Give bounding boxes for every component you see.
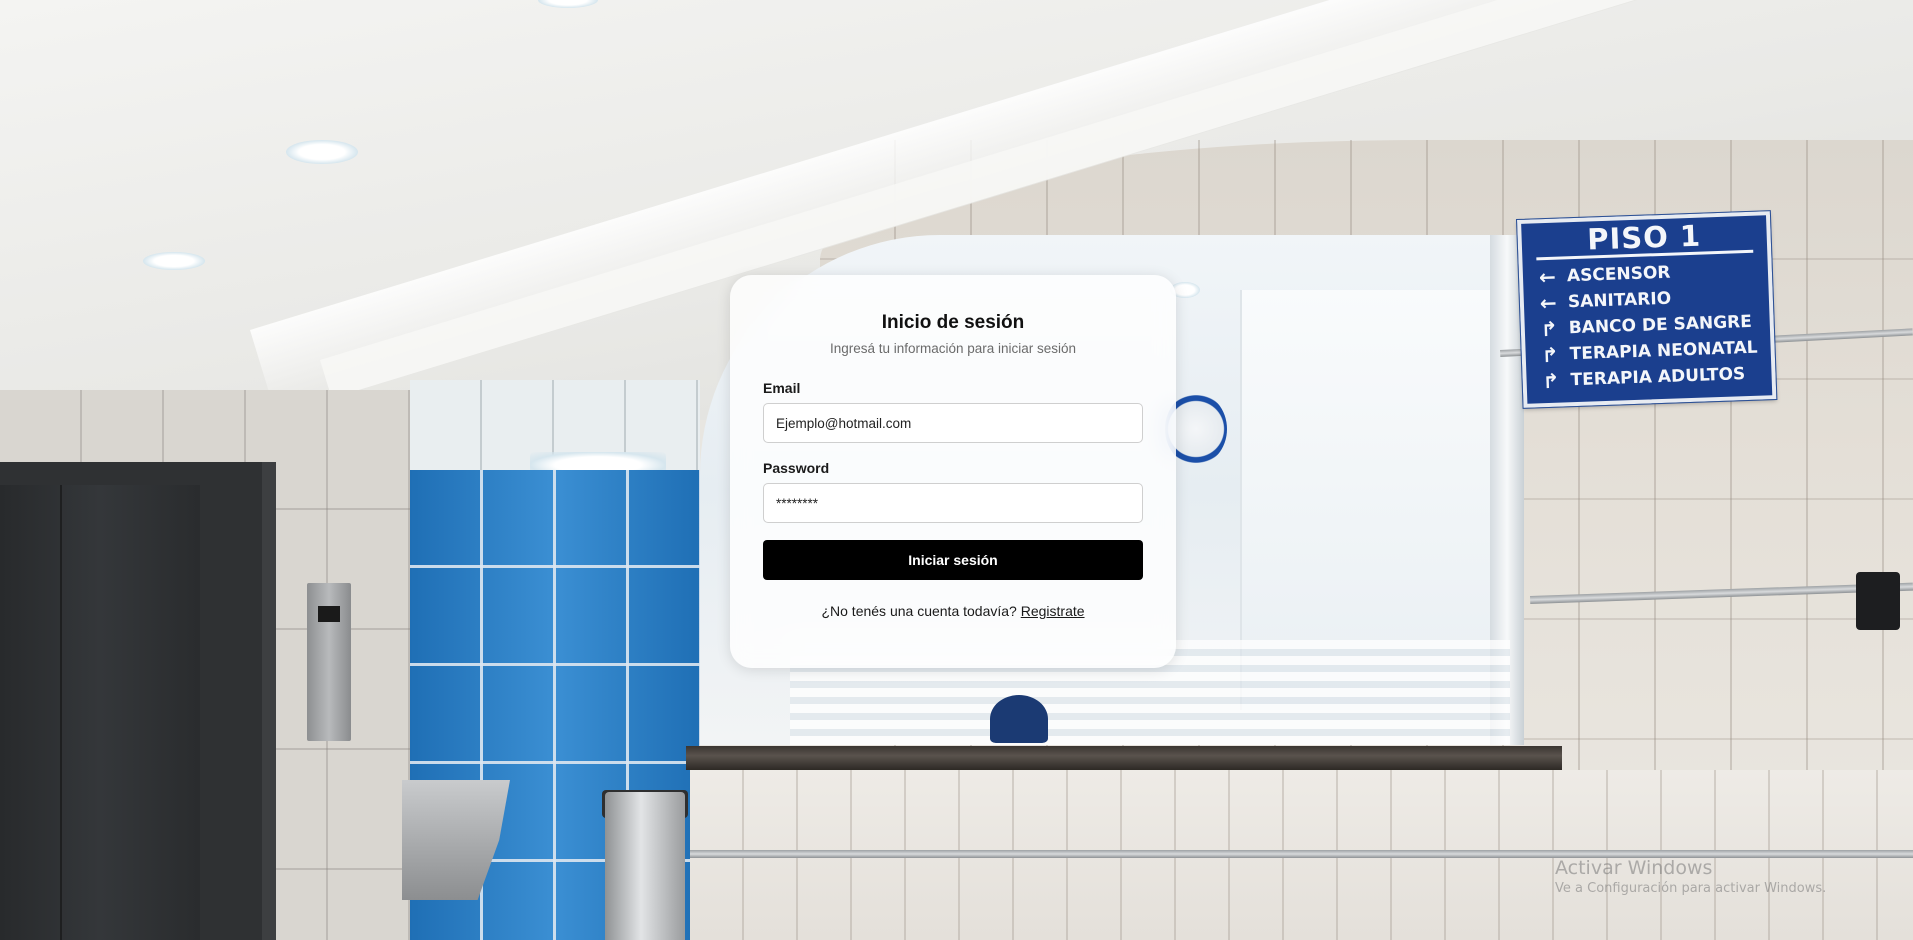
arrow-up-turn-icon: ↱ xyxy=(1540,316,1559,342)
trash-can xyxy=(605,792,685,940)
receptionist xyxy=(990,695,1048,743)
arrow-left-icon: ← xyxy=(1538,264,1557,290)
watermark-title: Activar Windows xyxy=(1555,857,1713,879)
login-title: Inicio de sesión xyxy=(881,312,1025,333)
sign-item-label: BANCO DE SANGRE xyxy=(1568,311,1753,339)
ceiling-light xyxy=(143,252,205,270)
arrow-left-icon: ← xyxy=(1539,290,1558,316)
elevator-display xyxy=(318,606,340,622)
register-link[interactable]: Registrate xyxy=(1021,603,1085,619)
sign-item-label: TERAPIA ADULTOS xyxy=(1570,364,1746,391)
reception-counter-top xyxy=(686,746,1562,770)
email-input[interactable] xyxy=(763,403,1143,443)
sign-item-label: TERAPIA NEONATAL xyxy=(1569,337,1758,365)
password-label: Password xyxy=(763,460,830,476)
elevator-door-split xyxy=(60,485,62,940)
arrow-up-turn-icon: ↱ xyxy=(1542,368,1560,394)
register-prompt-line: ¿No tenés una cuenta todavía? Registrate xyxy=(763,602,1143,620)
watermark-subtitle: Ve a Configuración para activar Windows. xyxy=(1555,881,1827,896)
ceiling-light xyxy=(286,140,358,164)
login-subtitle: Ingresá tu información para iniciar sesi… xyxy=(829,341,1077,356)
card-reader xyxy=(1856,572,1900,630)
sign-item-label: ASCENSOR xyxy=(1566,262,1671,287)
register-prompt: ¿No tenés una cuenta todavía? xyxy=(821,603,1017,619)
login-card: Inicio de sesión Ingresá tu información … xyxy=(730,275,1176,668)
windows-activation-watermark: Activar Windows Ve a Configuración para … xyxy=(1555,856,1826,898)
sign-title: PISO 1 xyxy=(1535,215,1754,261)
elevator-door xyxy=(0,485,200,940)
sign-item-label: SANITARIO xyxy=(1567,288,1672,313)
arrow-up-turn-icon: ↱ xyxy=(1541,342,1559,368)
login-page: PISO 1 ← ASCENSOR ← SANITARIO ↱ BANCO DE… xyxy=(0,0,1913,940)
email-label: Email xyxy=(763,380,801,396)
floor-sign: PISO 1 ← ASCENSOR ← SANITARIO ↱ BANCO DE… xyxy=(1515,210,1778,409)
login-button[interactable]: Iniciar sesión xyxy=(763,540,1143,580)
password-input[interactable] xyxy=(763,483,1143,523)
